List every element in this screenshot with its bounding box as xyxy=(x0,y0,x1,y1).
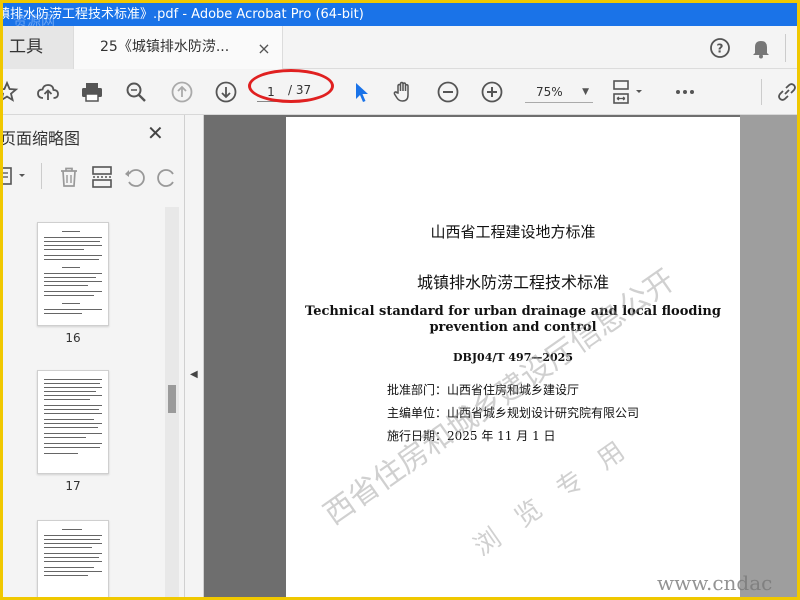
more-icon[interactable] xyxy=(673,80,697,104)
fit-page-icon[interactable] xyxy=(611,80,645,104)
bell-icon[interactable] xyxy=(750,37,772,59)
print-icon[interactable] xyxy=(80,80,104,104)
zoom-select[interactable]: 75% ▼ xyxy=(525,81,593,103)
close-panel-icon[interactable]: ✕ xyxy=(147,121,164,145)
thumbnail-page[interactable] xyxy=(37,370,109,474)
help-icon[interactable]: ? xyxy=(709,37,731,59)
thumbnail-panel: 页面缩略图 ✕ 16 17 xyxy=(3,115,185,597)
link-icon[interactable] xyxy=(775,80,797,104)
document-title-en: Technical standard for urban drainage an… xyxy=(305,304,721,319)
cloud-upload-icon[interactable] xyxy=(36,80,60,104)
watermark-url: www.cndac xyxy=(657,571,773,595)
zoom-in-icon[interactable] xyxy=(480,80,504,104)
tab-document-label: 25《城镇排水防涝... xyxy=(100,39,230,55)
thumbnail-toolbar-divider xyxy=(41,163,42,189)
select-arrow-icon[interactable] xyxy=(349,80,373,104)
tab-bar: 工具 25《城镇排水防涝... × ? xyxy=(3,26,797,70)
chevron-down-icon: ▼ xyxy=(582,87,589,97)
close-tab-icon[interactable]: × xyxy=(255,40,273,58)
thumbnail-list: 16 17 xyxy=(3,207,163,597)
thumbnail-page-number: 17 xyxy=(65,479,81,493)
collapse-arrow-icon[interactable]: ◀ xyxy=(190,369,198,380)
document-title-en-line2: prevention and control xyxy=(429,320,597,335)
thumbnail-scrollbar-thumb[interactable] xyxy=(168,385,176,413)
page-up-icon[interactable] xyxy=(170,80,194,104)
trash-icon[interactable] xyxy=(57,165,81,189)
document-background-strip xyxy=(740,115,797,597)
toolbar: / 37 75% ▼ xyxy=(3,69,797,115)
title-bar: 镇排水防涝工程技术标准》.pdf - Adobe Acrobat Pro (64… xyxy=(3,3,797,26)
watermark-logo: 资源网 xyxy=(13,14,55,26)
zoom-search-icon[interactable] xyxy=(124,80,148,104)
thumbnail-page[interactable] xyxy=(37,222,109,326)
window-title: 镇排水防涝工程技术标准》.pdf - Adobe Acrobat Pro (64… xyxy=(3,7,364,22)
rotate-left-icon[interactable] xyxy=(123,165,147,189)
hand-icon[interactable] xyxy=(391,80,415,104)
zoom-value: 75% xyxy=(536,85,563,99)
highlight-ellipse xyxy=(248,69,334,103)
zoom-out-icon[interactable] xyxy=(436,80,460,104)
toolbar-divider xyxy=(761,79,762,105)
tab-tools[interactable]: 工具 xyxy=(3,26,73,69)
thumbnail-options-icon[interactable] xyxy=(3,165,31,187)
thumbnail-panel-title: 页面缩略图 xyxy=(3,129,81,148)
star-icon[interactable] xyxy=(3,80,19,104)
acrobat-window: 镇排水防涝工程技术标准》.pdf - Adobe Acrobat Pro (64… xyxy=(3,3,797,597)
page-down-icon[interactable] xyxy=(214,80,238,104)
standard-type: 山西省工程建设地方标准 xyxy=(430,223,596,241)
panel-splitter[interactable]: ◀ xyxy=(186,115,204,597)
thumbnail-page[interactable] xyxy=(37,520,109,597)
svg-text:?: ? xyxy=(717,42,724,56)
tab-document[interactable]: 25《城镇排水防涝... xyxy=(73,26,283,70)
thumbnail-toolbar xyxy=(3,159,185,195)
insert-page-icon[interactable] xyxy=(90,165,114,189)
rotate-right-icon[interactable] xyxy=(155,165,179,189)
thumbnail-page-number: 16 xyxy=(65,331,81,345)
tab-bar-divider xyxy=(785,34,786,62)
